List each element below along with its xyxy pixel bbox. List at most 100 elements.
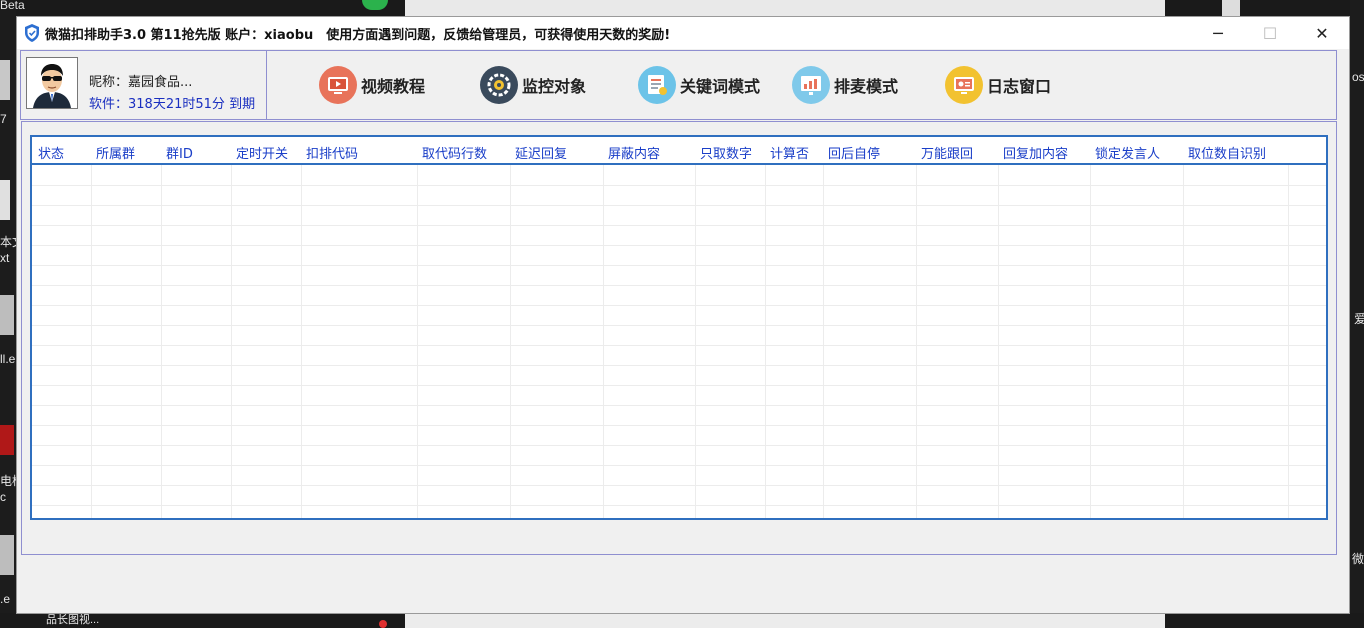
grid-line <box>32 485 1326 486</box>
grid-line <box>417 165 418 518</box>
desktop-icon[interactable] <box>0 60 10 100</box>
table-header: 状态 所属群 群ID 定时开关 扣排代码 取代码行数 延迟回复 屏蔽内容 只取数… <box>32 137 1326 165</box>
software-remaining-time: 318天21时51分 <box>128 97 225 112</box>
grid-line <box>32 225 1326 226</box>
grid-line <box>301 165 302 518</box>
grid-line <box>32 425 1326 426</box>
grid-line <box>823 165 824 518</box>
profile-panel: 昵称：嘉园食品... 软件：318天21时51分 到期 <box>20 50 267 120</box>
nickname-row: 昵称：嘉园食品... <box>89 71 192 90</box>
grid-line <box>510 165 511 518</box>
avatar[interactable] <box>26 57 78 109</box>
column-header[interactable]: 万能跟回 <box>921 143 973 162</box>
column-header[interactable]: 计算否 <box>770 143 809 162</box>
group-table[interactable]: 状态 所属群 群ID 定时开关 扣排代码 取代码行数 延迟回复 屏蔽内容 只取数… <box>30 135 1328 520</box>
grid-line <box>231 165 232 518</box>
column-header[interactable]: 取位数自识别 <box>1188 143 1266 162</box>
desktop-icon[interactable] <box>0 425 14 455</box>
column-header[interactable]: 定时开关 <box>236 143 288 162</box>
grid-line <box>765 165 766 518</box>
keyword-mode-button[interactable]: 关键词模式 <box>638 65 760 105</box>
minimize-button[interactable]: ─ <box>1192 17 1244 49</box>
column-header[interactable]: 回后自停 <box>828 143 880 162</box>
grid-line <box>32 385 1326 386</box>
grid-line <box>695 165 696 518</box>
maximize-button[interactable]: ☐ <box>1244 17 1296 49</box>
nickname-label: 昵称： <box>89 75 129 90</box>
desktop-label: Beta <box>0 0 25 12</box>
video-tutorial-button[interactable]: 视频教程 <box>319 65 425 105</box>
video-tutorial-label: 视频教程 <box>361 77 426 96</box>
app-window: 微猫扣排助手3.0 第11抢先版 账户：xiaobu 使用方面遇到问题，反馈给管… <box>16 16 1350 614</box>
grid-line <box>32 405 1326 406</box>
desktop-label: 7 <box>0 112 7 126</box>
column-header[interactable]: 扣排代码 <box>306 143 358 162</box>
nickname-value: 嘉园食品... <box>128 75 193 90</box>
desktop-label: .e <box>0 592 11 606</box>
desktop-label: os <box>1352 70 1364 84</box>
window-title: 微猫扣排助手3.0 第11抢先版 账户：xiaobu 使用方面遇到问题，反馈给管… <box>45 28 671 43</box>
desktop-icon[interactable] <box>0 295 14 335</box>
video-icon <box>319 66 357 104</box>
desktop-label: 爱 <box>1354 312 1364 326</box>
table-body <box>32 165 1326 518</box>
grid-line <box>603 165 604 518</box>
keyword-icon <box>638 66 676 104</box>
desktop-bottom-strip <box>0 613 1364 628</box>
grid-line <box>32 445 1326 446</box>
grid-line <box>32 365 1326 366</box>
grid-line <box>1090 165 1091 518</box>
monitor-target-button[interactable]: 监控对象 <box>480 65 586 105</box>
close-button[interactable]: ✕ <box>1296 17 1348 49</box>
expire-label: 到期 <box>229 97 256 112</box>
desktop-label: c <box>0 490 6 504</box>
monitor-target-icon <box>480 66 518 104</box>
queue-mode-label: 排麦模式 <box>834 77 899 96</box>
grid-line <box>32 285 1326 286</box>
user-avatar-icon <box>27 58 77 108</box>
desktop-label: ll.e <box>0 352 16 366</box>
column-header[interactable]: 屏蔽内容 <box>608 143 660 162</box>
grid-line <box>161 165 162 518</box>
desktop-label: 微 <box>1352 552 1364 566</box>
grid-line <box>32 465 1326 466</box>
software-row: 软件：318天21时51分 到期 <box>89 93 255 112</box>
grid-line <box>32 345 1326 346</box>
desktop-top-strip <box>0 0 1364 16</box>
column-header[interactable]: 只取数字 <box>700 143 752 162</box>
grid-line <box>1183 165 1184 518</box>
grid-line <box>32 245 1326 246</box>
keyword-mode-label: 关键词模式 <box>680 77 761 96</box>
desktop-icon[interactable] <box>0 180 10 220</box>
column-header[interactable]: 所属群 <box>96 143 135 162</box>
desktop-label: xt <box>0 251 10 265</box>
log-window-icon <box>945 66 983 104</box>
qr-code-icon <box>1222 0 1240 16</box>
grid-line <box>32 305 1326 306</box>
column-header[interactable]: 延迟回复 <box>515 143 567 162</box>
column-header[interactable]: 回复加内容 <box>1003 143 1068 162</box>
notification-dot-icon <box>379 620 387 628</box>
grid-line <box>32 185 1326 186</box>
queue-mode-button[interactable]: 排麦模式 <box>792 65 898 105</box>
toolbar: 视频教程 监控对象 关键词模式 排麦模式 日志窗口 <box>266 50 1337 120</box>
grid-line <box>916 165 917 518</box>
grid-line <box>32 505 1326 506</box>
column-header[interactable]: 状态 <box>38 143 64 162</box>
grid-line <box>1288 165 1289 518</box>
grid-line <box>998 165 999 518</box>
grid-line <box>32 325 1326 326</box>
log-window-label: 日志窗口 <box>987 77 1052 96</box>
grid-line <box>91 165 92 518</box>
column-header[interactable]: 取代码行数 <box>422 143 487 162</box>
column-header[interactable]: 锁定发言人 <box>1095 143 1160 162</box>
log-window-button[interactable]: 日志窗口 <box>945 65 1051 105</box>
shield-icon <box>25 24 39 42</box>
grid-line <box>32 265 1326 266</box>
desktop-icon[interactable] <box>0 535 14 575</box>
column-header[interactable]: 群ID <box>166 143 193 162</box>
queue-chart-icon <box>792 66 830 104</box>
software-label: 软件： <box>89 97 129 112</box>
title-bar[interactable]: 微猫扣排助手3.0 第11抢先版 账户：xiaobu 使用方面遇到问题，反馈给管… <box>17 17 1349 49</box>
monitor-target-label: 监控对象 <box>522 77 587 96</box>
